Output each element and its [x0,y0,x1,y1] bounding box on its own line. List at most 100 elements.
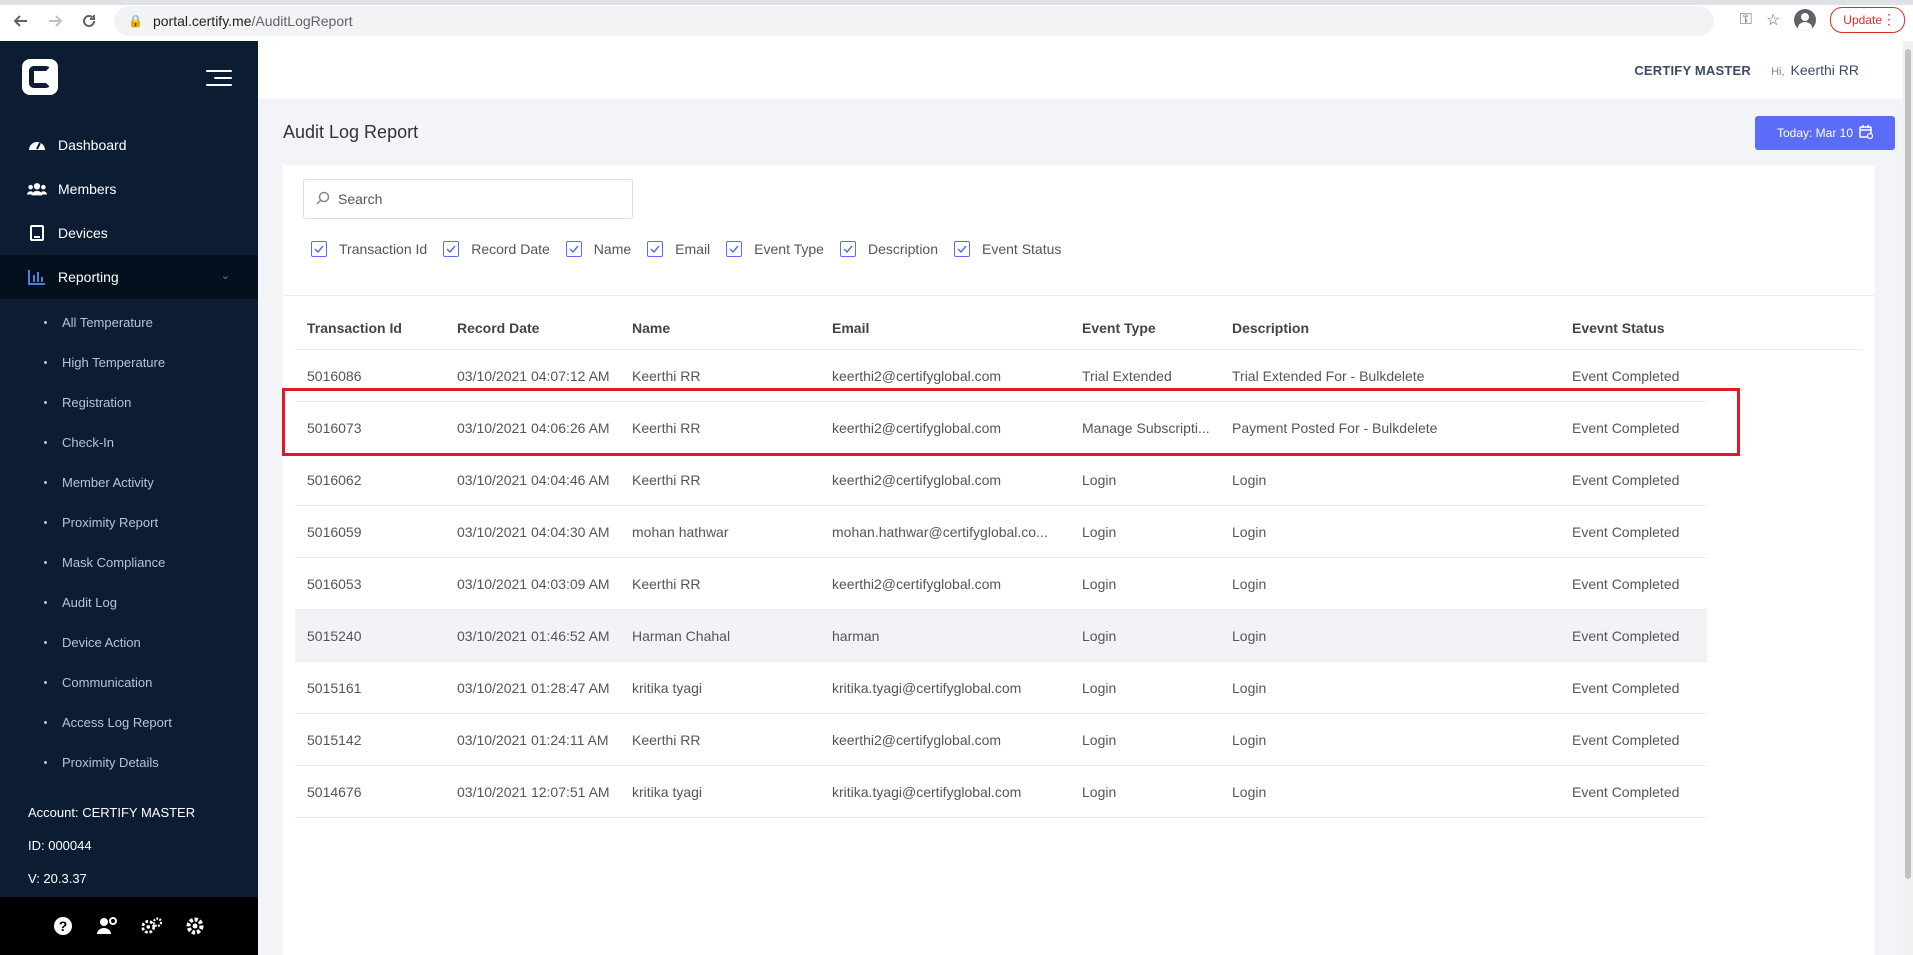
search-input[interactable]: Search [303,179,633,219]
cell-transaction-id: 5016086 [307,367,362,384]
cell-name: Keerthi RR [632,367,701,384]
table-row[interactable]: 5015161 03/10/2021 01:28:47 AM kritika t… [295,662,1707,714]
table-row[interactable]: 5016062 03/10/2021 04:04:46 AM Keerthi R… [295,454,1707,506]
update-button[interactable]: Update ⋮ [1830,7,1905,33]
user-greeting[interactable]: Hi, Keerthi RR [1771,62,1859,78]
column-header[interactable]: Record Date [445,320,620,336]
certify-logo[interactable] [22,59,58,95]
sidebar-subitem-proximity-report[interactable]: Proximity Report [0,502,258,542]
tablet-icon [27,225,47,241]
cell-transaction-id: 5015161 [307,679,362,696]
cell-name: mohan hathwar [632,523,729,540]
cell-email: keerthi2@certifyglobal.com [832,575,1002,592]
sidebar-subitem-device-action[interactable]: Device Action [0,622,258,662]
url-path: /AuditLogReport [251,12,353,29]
filter-email[interactable]: Email [647,241,710,257]
filter-transaction-id[interactable]: Transaction Id [311,241,427,257]
cell-email: kritika.tyagi@certifyglobal.com [832,783,1022,800]
cell-description: Login [1232,783,1267,800]
table-row[interactable]: 5016059 03/10/2021 04:04:30 AM mohan hat… [295,506,1707,558]
sidebar-subitem-all-temperature[interactable]: All Temperature [0,302,258,342]
users-icon [27,181,47,197]
settings-icon[interactable] [184,915,206,937]
table-row[interactable]: 5014676 03/10/2021 12:07:51 AM kritika t… [295,766,1707,818]
sidebar-subitem-communication[interactable]: Communication [0,662,258,702]
filter-description[interactable]: Description [839,241,938,257]
star-icon[interactable]: ☆ [1766,10,1780,30]
date-picker-button[interactable]: Today: Mar 10 [1755,116,1895,150]
cell-transaction-id: 5015142 [307,731,362,748]
cell-event-type: Login [1082,523,1117,540]
filter-event-status[interactable]: Event Status [954,241,1061,257]
back-icon[interactable] [8,8,34,34]
cell-email: mohan.hathwar@certifyglobal.co... [832,523,1048,540]
sidebar-item-label: Members [58,181,117,197]
hamburger-menu-icon[interactable] [206,68,232,88]
dashboard-gauge-icon [27,137,47,153]
sidebar-item-dashboard[interactable]: Dashboard [0,123,258,167]
table-row[interactable]: 5015240 03/10/2021 01:46:52 AM Harman Ch… [295,610,1707,662]
cell-record-date: 03/10/2021 12:07:51 AM [457,783,610,800]
account-id: ID: 000044 [28,838,92,853]
gears-icon[interactable] [140,915,162,937]
filter-event-type[interactable]: Event Type [726,241,824,257]
checkbox-checked-icon[interactable] [726,241,743,257]
profile-icon[interactable] [1794,9,1817,31]
sidebar-item-members[interactable]: Members [0,167,258,211]
checkbox-checked-icon[interactable] [443,241,460,257]
reload-icon[interactable] [76,8,102,34]
user-name: Keerthi RR [1790,62,1859,78]
forward-icon[interactable] [42,8,68,34]
checkbox-checked-icon[interactable] [954,241,970,257]
user-settings-icon[interactable] [96,915,118,937]
svg-text:?: ? [59,918,68,934]
checkbox-checked-icon[interactable] [647,241,664,257]
column-header[interactable]: Event Type [1070,320,1220,336]
filter-record-date[interactable]: Record Date [443,241,550,257]
sidebar-subitem-label: Proximity Report [62,514,159,530]
sidebar-subitem-proximity-details[interactable]: Proximity Details [0,742,258,782]
sidebar-subitem-audit-log[interactable]: Audit Log [0,582,258,622]
sidebar-subitem-high-temperature[interactable]: High Temperature [0,342,258,382]
table-row[interactable]: 5015142 03/10/2021 01:24:11 AM Keerthi R… [295,714,1707,766]
cell-record-date: 03/10/2021 01:46:52 AM [457,627,610,644]
cell-event-status: Event Completed [1572,367,1680,384]
table-row[interactable]: 5016053 03/10/2021 04:03:09 AM Keerthi R… [295,558,1707,610]
checkbox-checked-icon[interactable] [311,241,327,257]
sidebar-subitem-mask-compliance[interactable]: Mask Compliance [0,542,258,582]
sidebar: Dashboard Members Devices Reporting ⌄ Al… [0,41,258,955]
help-icon[interactable]: ? [52,915,74,937]
sidebar-subitem-label: All Temperature [62,314,153,330]
page-scrollbar[interactable] [1903,41,1913,955]
cell-event-status: Event Completed [1572,575,1680,592]
sidebar-subitem-check-in[interactable]: Check-In [0,422,258,462]
sidebar-subitem-member-activity[interactable]: Member Activity [0,462,258,502]
column-header[interactable]: Evevnt Status [1560,320,1700,336]
cell-name: Keerthi RR [632,575,701,592]
sidebar-item-reporting[interactable]: Reporting ⌄ [0,255,258,299]
sidebar-subitem-access-log-report[interactable]: Access Log Report [0,702,258,742]
checkbox-checked-icon[interactable] [839,241,856,257]
checkbox-checked-icon[interactable] [565,241,582,257]
column-header[interactable]: Transaction Id [295,320,445,336]
sidebar-item-devices[interactable]: Devices [0,211,258,255]
account-label: Account: CERTIFY MASTER [28,805,196,820]
tab-strip [0,0,1913,5]
column-header[interactable]: Email [820,320,1070,336]
lock-icon: 🔒 [128,13,143,28]
column-header[interactable]: Name [620,320,820,336]
date-button-label: Today: Mar 10 [1776,126,1854,140]
cell-event-type: Login [1082,471,1117,488]
sidebar-subitem-registration[interactable]: Registration [0,382,258,422]
column-header[interactable]: Description [1220,320,1560,336]
url-host: portal.certify.me [152,12,252,29]
cell-record-date: 03/10/2021 04:04:30 AM [457,523,610,540]
cell-email: keerthi2@certifyglobal.com [832,731,1002,748]
table-header: Transaction Id Record Date Name Email Ev… [295,307,1863,350]
address-bar[interactable]: 🔒 portal.certify.me/AuditLogReport [114,5,1714,36]
key-icon[interactable]: ⚿ [1740,11,1752,29]
filter-label: Email [675,241,711,257]
filter-name[interactable]: Name [565,241,631,257]
browser-toolbar: 🔒 portal.certify.me/AuditLogReport ⚿ ☆ U… [0,0,1913,42]
filter-label: Transaction Id [339,241,428,257]
